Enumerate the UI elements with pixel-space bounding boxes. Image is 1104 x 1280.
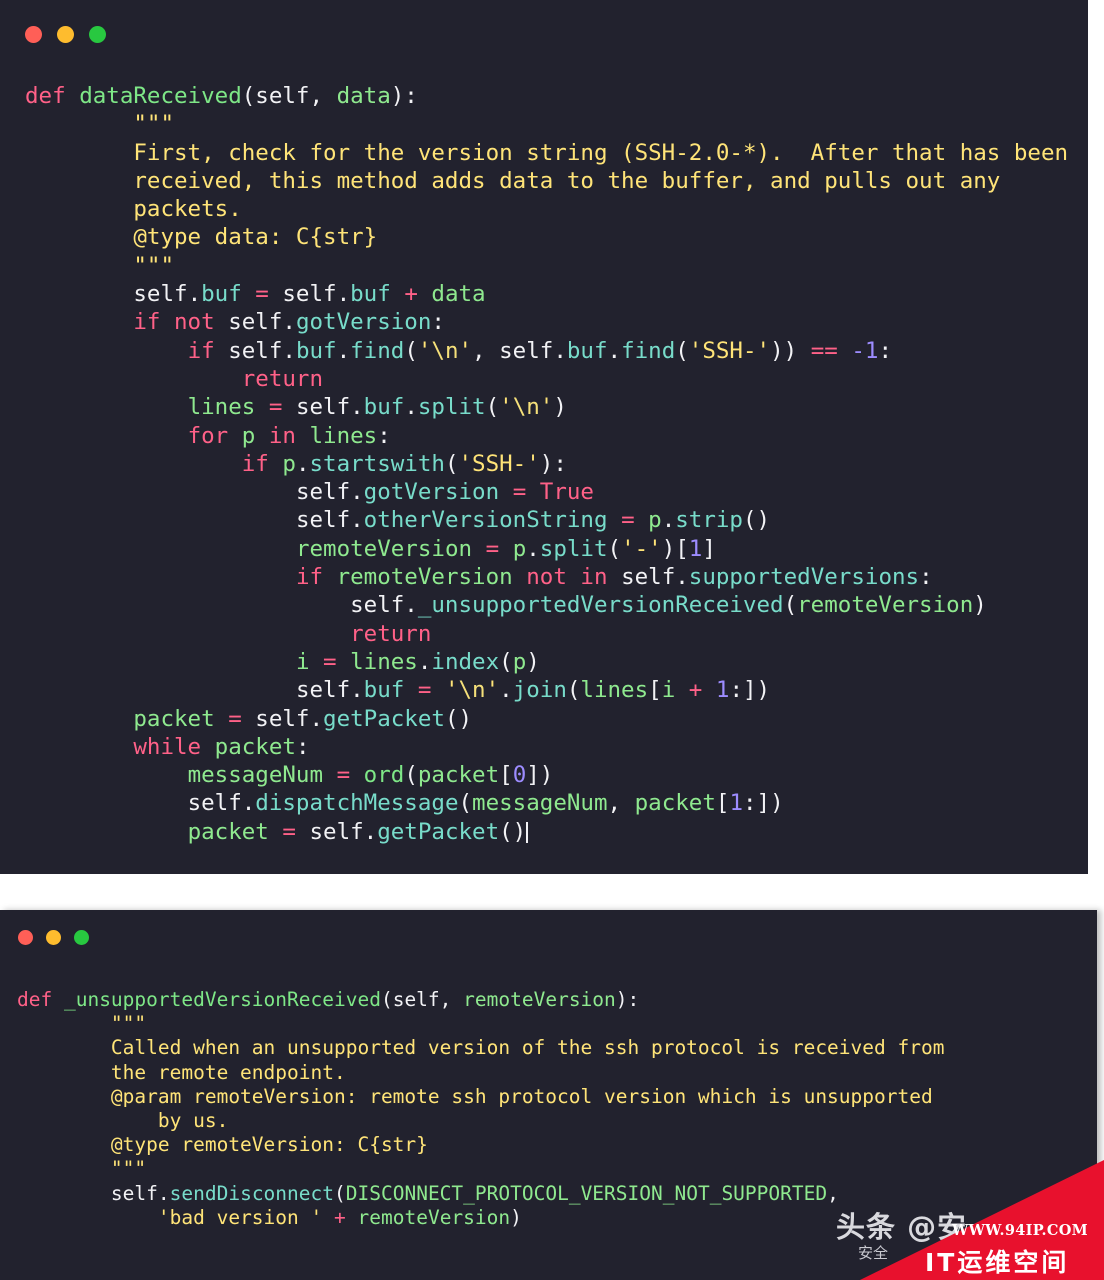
- text-cursor: [526, 821, 529, 843]
- window-controls-2: [18, 930, 89, 945]
- unsupportedVersionReceived-window: def _unsupportedVersionReceived(self, re…: [0, 910, 1097, 1280]
- maximize-button[interactable]: [89, 26, 106, 43]
- minimize-button[interactable]: [57, 26, 74, 43]
- code-block-unsupportedVersionReceived[interactable]: def _unsupportedVersionReceived(self, re…: [17, 988, 944, 1230]
- screenshot-page: def dataReceived(self, data): """ First,…: [0, 0, 1104, 1280]
- code-block-dataReceived[interactable]: def dataReceived(self, data): """ First,…: [25, 82, 1068, 846]
- close-button[interactable]: [25, 26, 42, 43]
- close-button[interactable]: [18, 930, 33, 945]
- banner-url-text: WWW.94IP.COM: [952, 1222, 1088, 1239]
- dataReceived-window: def dataReceived(self, data): """ First,…: [0, 0, 1088, 874]
- banner-title-text: IT运维空间: [925, 1248, 1070, 1277]
- window-controls-1: [25, 26, 106, 43]
- maximize-button[interactable]: [74, 930, 89, 945]
- minimize-button[interactable]: [46, 930, 61, 945]
